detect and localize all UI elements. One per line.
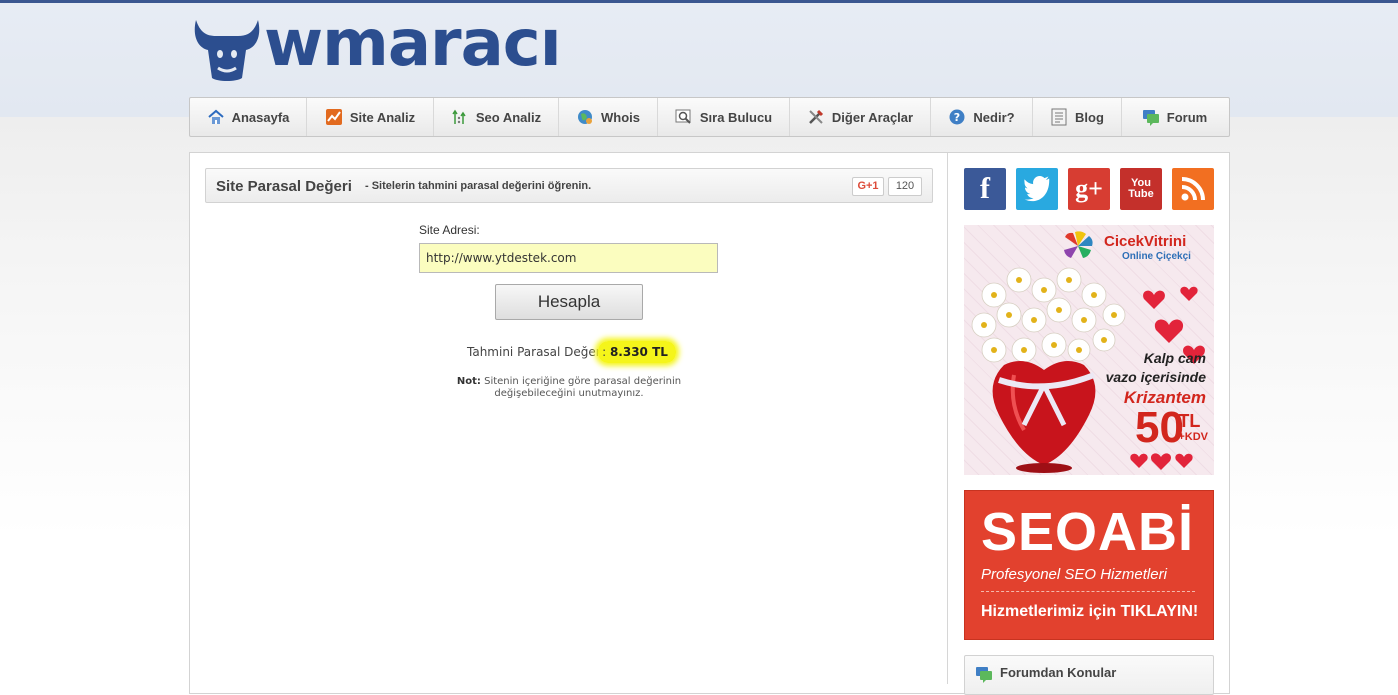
nav-label: Seo Analiz bbox=[475, 109, 542, 125]
page-title-bar: Site Parasal Değeri - Sitelerin tahmini … bbox=[205, 168, 933, 203]
seoabi-cta: Hizmetlerimiz için TIKLAYIN! bbox=[981, 603, 1199, 620]
google-plus-icon: g+ bbox=[1075, 174, 1103, 203]
nav-label: Whois bbox=[601, 109, 640, 125]
nav-diger-araclar[interactable]: Diğer Araçlar bbox=[790, 98, 931, 136]
forum-topics-title: Forumdan Konular bbox=[1000, 665, 1117, 680]
note-label: Not: bbox=[456, 376, 481, 387]
site-address-input[interactable] bbox=[419, 243, 718, 273]
seoabi-advertisement[interactable]: SEOABİ Profesyonel SEO Hizmetleri Hizmet… bbox=[964, 490, 1214, 640]
twitter-link[interactable] bbox=[1016, 168, 1058, 210]
chart-icon bbox=[325, 108, 343, 126]
nav-home[interactable]: Anasayfa bbox=[190, 98, 307, 136]
result-highlight: : 8.330 TL bbox=[598, 341, 676, 363]
nav-label: Anasayfa bbox=[231, 109, 290, 125]
ad-currency: TL bbox=[1178, 411, 1201, 431]
nav-label: Diğer Araçlar bbox=[831, 109, 914, 125]
main-navigation: Anasayfa Site Analiz Seo Analiz Whois Sı… bbox=[189, 97, 1230, 137]
google-plus-count: 120 bbox=[888, 177, 922, 196]
youtube-icon: You Tube bbox=[1128, 177, 1154, 200]
site-address-label: Site Adresi: bbox=[419, 223, 480, 237]
nav-seo-analiz[interactable]: Seo Analiz bbox=[434, 98, 559, 136]
ad-tax: +KDV bbox=[1178, 431, 1208, 443]
chat-icon bbox=[1142, 108, 1160, 126]
ad-price: 50 bbox=[1135, 403, 1184, 452]
note-body: Sitenin içeriğine göre parasal değerinin… bbox=[484, 376, 682, 399]
ad-line-1: Kalp cam bbox=[1143, 350, 1206, 366]
nav-whois[interactable]: Whois bbox=[559, 98, 658, 136]
forum-topics-box: Forumdan Konular bbox=[964, 655, 1214, 695]
rss-link[interactable] bbox=[1172, 168, 1214, 210]
note-text: Not: Sitenin içeriğine göre parasal değe… bbox=[440, 376, 698, 400]
result-label: Tahmini Parasal Değeri bbox=[467, 345, 605, 359]
rss-icon bbox=[1172, 168, 1214, 210]
seo-icon bbox=[451, 108, 469, 126]
google-plus-link[interactable]: g+ bbox=[1068, 168, 1110, 210]
result-value: 8.330 TL bbox=[609, 345, 668, 359]
page-title: Site Parasal Değeri bbox=[216, 178, 352, 195]
magnifier-icon bbox=[675, 108, 693, 126]
bull-logo-icon bbox=[194, 20, 260, 81]
home-icon bbox=[207, 108, 225, 126]
calculate-button[interactable]: Hesapla bbox=[495, 284, 643, 320]
seoabi-title: SEOABİ bbox=[981, 502, 1195, 562]
youtube-link[interactable]: You Tube bbox=[1120, 168, 1162, 210]
tools-icon bbox=[807, 108, 825, 126]
facebook-icon: f bbox=[980, 172, 990, 205]
ad-brand: CicekVitrini bbox=[1104, 233, 1187, 250]
result-colon: : bbox=[602, 345, 607, 359]
ad-line-1-wrap: Kalp cam vazo içerisinde bbox=[1106, 349, 1206, 387]
twitter-icon bbox=[1016, 168, 1058, 210]
svg-text:?: ? bbox=[954, 111, 960, 124]
document-icon bbox=[1050, 108, 1068, 126]
nav-label: Forum bbox=[1166, 109, 1208, 125]
nav-blog[interactable]: Blog bbox=[1033, 98, 1122, 136]
nav-label: Nedir? bbox=[973, 109, 1015, 125]
nav-label: Sıra Bulucu bbox=[699, 109, 773, 125]
nav-nedir[interactable]: ? Nedir? bbox=[931, 98, 1033, 136]
ad-price-suffix: TL +KDV bbox=[1178, 412, 1208, 444]
facebook-link[interactable]: f bbox=[964, 168, 1006, 210]
logo-text: wmaracı bbox=[264, 7, 562, 81]
seoabi-divider bbox=[981, 591, 1195, 592]
nav-label: Site Analiz bbox=[349, 109, 416, 125]
nav-sira-bulucu[interactable]: Sıra Bulucu bbox=[658, 98, 790, 136]
page-subtitle: - Sitelerin tahmini parasal değerini öğr… bbox=[365, 180, 592, 192]
flower-advertisement[interactable]: CicekVitrini Online Çiçekçi Kalp cam vaz… bbox=[964, 225, 1214, 475]
chat-icon bbox=[975, 665, 993, 688]
nav-site-analiz[interactable]: Site Analiz bbox=[307, 98, 434, 136]
globe-icon bbox=[576, 108, 594, 126]
column-divider bbox=[947, 153, 948, 684]
nav-forum[interactable]: Forum bbox=[1122, 98, 1227, 136]
nav-label: Blog bbox=[1075, 109, 1104, 125]
google-plus-one-button[interactable]: G+1 bbox=[852, 177, 884, 196]
ad-line-2: vazo içerisinde bbox=[1105, 369, 1206, 385]
seoabi-tagline: Profesyonel SEO Hizmetleri bbox=[981, 566, 1167, 583]
question-icon: ? bbox=[948, 108, 966, 126]
result-line: Tahmini Parasal Değeri: 8.330 TL bbox=[467, 341, 676, 363]
